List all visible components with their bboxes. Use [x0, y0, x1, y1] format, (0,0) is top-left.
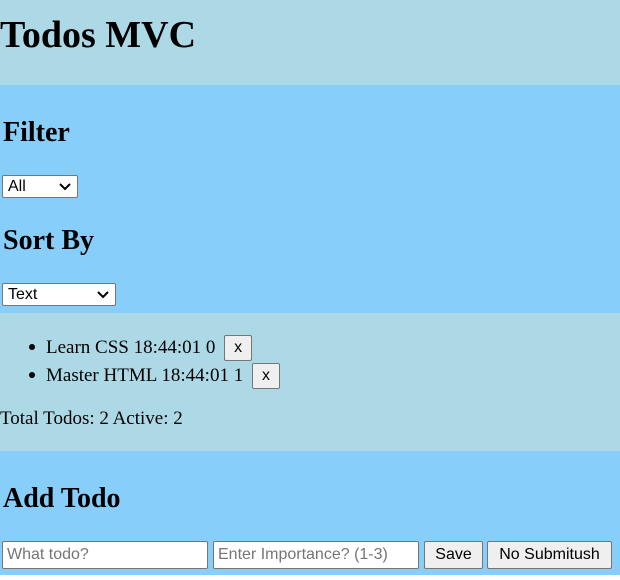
list-item: Learn CSS 18:44:01 0 x: [0, 333, 280, 361]
todo-list: Learn CSS 18:44:01 0 x Master HTML 18:44…: [0, 333, 280, 389]
bullet-icon: [29, 344, 35, 350]
app-header: Todos MVC: [0, 0, 620, 85]
sort-select[interactable]: Text: [2, 283, 116, 306]
sort-heading: Sort By: [3, 225, 94, 256]
importance-input[interactable]: [213, 541, 419, 569]
app-title: Todos MVC: [0, 14, 197, 56]
todo-stats: Total Todos: 2 Active: 2: [0, 408, 183, 429]
todo-text: Learn CSS 18:44:01 0: [46, 337, 216, 359]
remove-todo-button[interactable]: x: [251, 362, 280, 389]
todo-text: Master HTML 18:44:01 1: [46, 365, 244, 387]
add-todo-heading: Add Todo: [3, 483, 121, 514]
filter-sort-section: Filter All Sort By Text: [0, 85, 620, 313]
sort-select-value: Text: [8, 286, 38, 303]
chevron-down-icon: [97, 291, 109, 299]
chevron-down-icon: [59, 183, 71, 191]
remove-todo-button[interactable]: x: [224, 334, 253, 361]
todo-text-input[interactable]: [2, 541, 208, 569]
add-todo-section: Add Todo Save No Submitush: [0, 451, 620, 575]
filter-select[interactable]: All: [2, 175, 78, 198]
list-item: Master HTML 18:44:01 1 x: [0, 361, 280, 389]
filter-select-value: All: [8, 178, 26, 195]
todo-list-section: Learn CSS 18:44:01 0 x Master HTML 18:44…: [0, 313, 620, 451]
save-button[interactable]: Save: [424, 541, 483, 569]
no-submit-button[interactable]: No Submitush: [487, 541, 612, 569]
bullet-icon: [29, 372, 35, 378]
filter-heading: Filter: [3, 117, 70, 148]
